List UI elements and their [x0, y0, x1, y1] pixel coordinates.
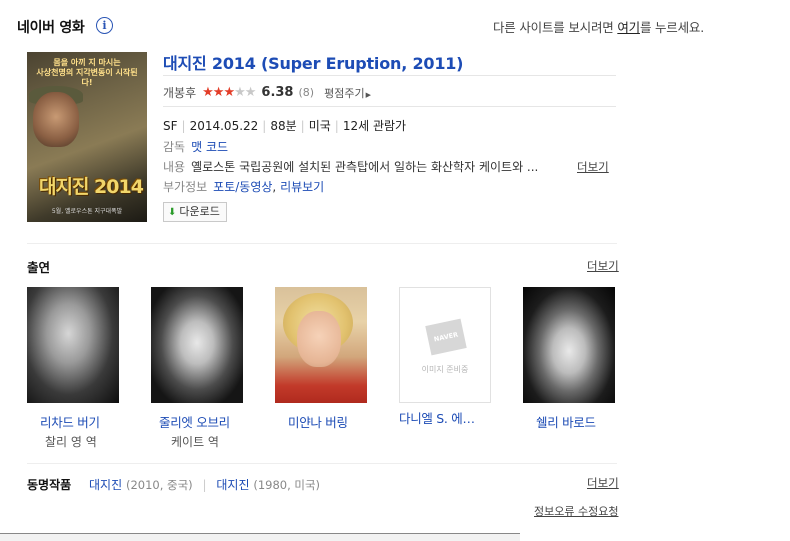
- same-title-info: (1980, 미국): [253, 478, 321, 492]
- cast-member[interactable]: 줄리엣 오브리 케이트 역: [151, 287, 243, 449]
- naver-placeholder-logo: NAVER: [425, 318, 467, 356]
- cast-role: 찰리 영 역: [45, 435, 97, 449]
- star-rating: ★★★★★: [202, 85, 257, 100]
- age-rating: 12세 관람가: [342, 119, 407, 133]
- star-icon: ★: [234, 85, 246, 100]
- plot-more-link[interactable]: 더보기: [577, 159, 609, 175]
- director-link[interactable]: 맷 코드: [191, 140, 228, 154]
- download-label: 다운로드: [179, 205, 220, 218]
- poster-title-text: 대지진 2014: [39, 176, 144, 198]
- cast-name[interactable]: 미얀나 버링: [288, 412, 348, 431]
- star-icon: ★: [223, 85, 235, 100]
- other-site-notice: 다른 사이트를 보시려면 여기를 누르세요.: [493, 17, 704, 36]
- divider: [27, 463, 617, 464]
- reviews-link[interactable]: 리뷰보기: [280, 180, 324, 194]
- rating-label: 개봉후: [163, 86, 197, 100]
- same-title-more-link[interactable]: 더보기: [587, 475, 619, 491]
- cast-name[interactable]: 줄리엣 오브리: [159, 412, 230, 431]
- cast-photo[interactable]: [275, 287, 367, 403]
- movie-poster[interactable]: 몸을 아끼 지 마시는 사상천명의 지각변동이 시작된다! 대지진 2014 5…: [27, 52, 147, 222]
- director-label: 감독: [163, 140, 186, 154]
- cast-section-title: 출연: [27, 260, 51, 275]
- cast-photo[interactable]: [27, 287, 119, 403]
- cast-photo[interactable]: [151, 287, 243, 403]
- placeholder-logo-text: NAVER: [433, 330, 459, 344]
- plot-label: 내용: [163, 160, 186, 174]
- star-icon: ★: [202, 85, 214, 100]
- movie-meta: SF | 2014.05.22 | 88분 | 미국 | 12세 관람가: [163, 119, 407, 133]
- star-icon: ★: [212, 85, 225, 100]
- rating-score: 6.38: [261, 85, 294, 100]
- rating-count: (8): [298, 86, 315, 99]
- director-row: 감독 맷 코드: [163, 138, 228, 155]
- cast-member[interactable]: 미얀나 버링: [275, 287, 367, 430]
- movie-title-link[interactable]: 대지진 2014 (Super Eruption, 2011): [163, 50, 463, 74]
- page-title: 네이버 영화: [17, 20, 85, 36]
- poster-tagline: 몸을 아끼 지 마시는 사상천명의 지각변동이 시작된다!: [36, 58, 138, 87]
- caret-right-icon: ▶: [365, 90, 371, 99]
- cast-name[interactable]: 리차드 버기: [40, 412, 100, 431]
- divider: [27, 243, 617, 244]
- download-button[interactable]: ⬇ 다운로드: [163, 202, 227, 222]
- country: 미국: [308, 119, 331, 133]
- cast-member[interactable]: NAVER 이미지 준비중 다니엘 S. 에…: [399, 287, 491, 426]
- extra-label: 부가정보: [163, 180, 208, 194]
- rating-row: 개봉후 ★★★★★ 6.38 (8) 평점주기▶: [163, 84, 371, 101]
- extra-info-row: 부가정보 포토/동영상, 리뷰보기: [163, 180, 325, 194]
- download-icon: ⬇: [168, 207, 177, 218]
- photos-link[interactable]: 포토/동영상: [213, 180, 272, 194]
- rate-button[interactable]: 평점주기▶: [324, 85, 371, 101]
- same-title-info: (2010, 중국): [125, 478, 193, 492]
- cast-photo-placeholder[interactable]: NAVER 이미지 준비중: [399, 287, 491, 403]
- divider: [163, 75, 616, 76]
- poster-bottom-text: 5월, 옐로우스톤 지구대폭발: [51, 208, 123, 215]
- release-date: 2014.05.22: [189, 119, 259, 133]
- cast-photo[interactable]: [523, 287, 615, 403]
- rate-button-label: 평점주기: [324, 86, 365, 100]
- cast-member[interactable]: 리차드 버기 찰리 영 역: [27, 287, 119, 449]
- here-link[interactable]: 여기: [617, 20, 640, 35]
- plot-row: 내용 옐로스톤 국립공원에 설치된 관측탑에서 일하는 화산학자 케이트와 ...: [163, 158, 538, 175]
- placeholder-text: 이미지 준비중: [421, 365, 469, 374]
- cast-name[interactable]: 다니엘 S. 에…: [399, 408, 475, 427]
- cast-more-link[interactable]: 더보기: [587, 258, 619, 274]
- runtime: 88분: [270, 119, 297, 133]
- cast-member[interactable]: 쉘리 바로드: [523, 287, 615, 430]
- poster-figure-face: [33, 92, 79, 147]
- notice-suffix: 를 누르세요.: [639, 20, 704, 35]
- cast-role: 케이트 역: [171, 435, 219, 449]
- cast-name[interactable]: 쉘리 바로드: [536, 412, 596, 431]
- genre: SF: [163, 119, 178, 133]
- notice-prefix: 다른 사이트를 보시려면: [493, 20, 618, 35]
- same-title-link[interactable]: 대지진: [89, 478, 122, 492]
- info-icon[interactable]: i: [96, 17, 113, 34]
- divider: [163, 106, 616, 107]
- star-icon: ★: [244, 85, 257, 100]
- same-title-link[interactable]: 대지진: [216, 478, 249, 492]
- same-title-label: 동명작품: [27, 478, 72, 492]
- error-report-link[interactable]: 정보오류 수정요청: [534, 503, 618, 519]
- same-title-works: 동명작품 대지진 (2010, 중국) | 대지진 (1980, 미국): [27, 478, 321, 492]
- plot-summary: 옐로스톤 국립공원에 설치된 관측탑에서 일하는 화산학자 케이트와 ...: [191, 160, 539, 174]
